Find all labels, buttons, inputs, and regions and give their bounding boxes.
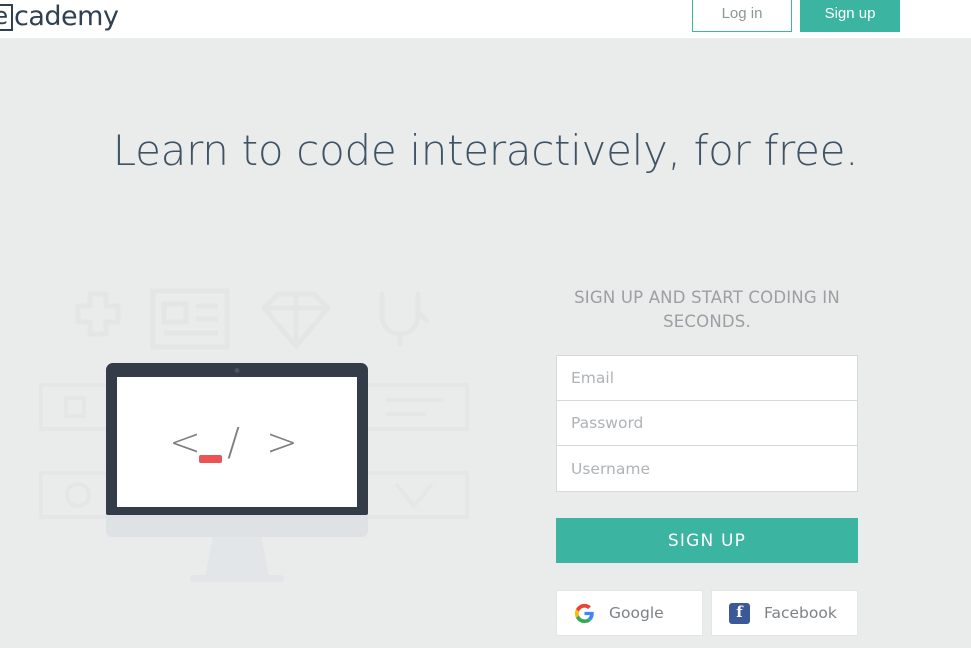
signup-submit-button[interactable]: SIGN UP [556,518,858,563]
monitor-foot [190,575,284,582]
page-title: Learn to code interactively, for free. [112,126,859,175]
puzzle-icon [75,291,121,337]
webcam-dot-icon [234,368,240,373]
plug-icon [379,291,430,346]
header-actions: Log in Sign up [692,0,900,32]
facebook-signup-label: Facebook [764,604,837,622]
signup-heading: SIGN UP AND START CODING IN SECONDS. [574,288,840,331]
login-button[interactable]: Log in [692,0,792,32]
badge-icon [361,383,469,431]
page-body: Learn to code interactively, for free. <… [0,38,971,648]
gem-icon [261,291,331,349]
google-signup-label: Google [609,604,664,622]
logo-wordmark: cademy [14,0,119,32]
social-login-row: Google f Facebook [556,590,858,636]
brand-logo[interactable]: e cademy [0,0,119,36]
monitor-screen: < / > [117,377,357,507]
google-signup-button[interactable]: Google [556,590,703,636]
monitor-base [106,515,368,537]
ribbon-icon [361,471,469,519]
article-icon [150,288,230,350]
logo-boxed-letter-icon: e [0,3,13,31]
monitor-stand [205,537,269,577]
password-field[interactable] [557,401,857,446]
signup-form [556,355,858,492]
facebook-signup-button[interactable]: f Facebook [711,590,858,636]
code-symbol: < / > [169,420,305,464]
signup-panel: SIGN UP AND START CODING IN SECONDS. SIG… [556,286,858,636]
username-field[interactable] [557,446,857,491]
email-field[interactable] [557,356,857,401]
code-cursor-icon [199,455,223,463]
facebook-icon: f [729,602,750,624]
hero-illustration: < / > [30,260,490,600]
code-symbol-text: < / > [169,420,305,464]
header-signup-button[interactable]: Sign up [800,0,900,32]
site-header: e cademy Log in Sign up [0,0,971,38]
google-icon [574,603,594,623]
